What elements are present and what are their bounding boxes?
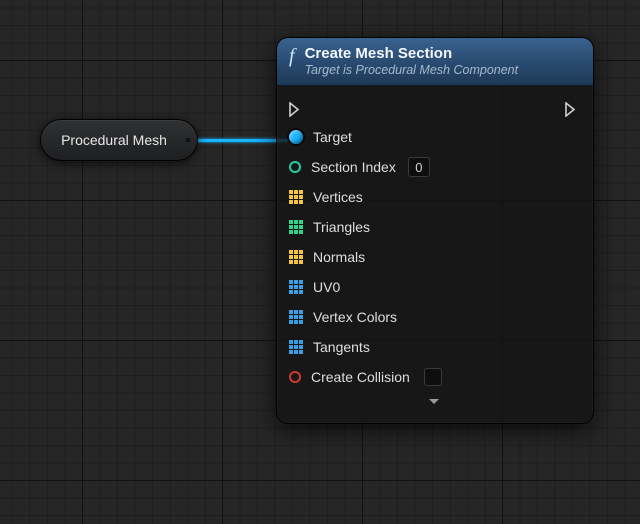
node-header[interactable]: f Create Mesh Section Target is Procedur… bbox=[277, 38, 593, 86]
label-vertex-colors: Vertex Colors bbox=[313, 309, 397, 325]
input-pin-triangles[interactable] bbox=[289, 220, 303, 234]
label-target: Target bbox=[313, 129, 352, 145]
input-pin-create-collision[interactable] bbox=[289, 371, 301, 383]
label-normals: Normals bbox=[313, 249, 365, 265]
wire-procedural-to-target[interactable] bbox=[190, 139, 288, 142]
node-label: Procedural Mesh bbox=[61, 132, 167, 148]
input-pin-vertices[interactable] bbox=[289, 190, 303, 204]
expand-toggle[interactable] bbox=[289, 392, 579, 417]
label-uv0: UV0 bbox=[313, 279, 340, 295]
node-body: Target Section Index 0 Vertices Triangle… bbox=[277, 86, 593, 423]
label-triangles: Triangles bbox=[313, 219, 370, 235]
node-subtitle: Target is Procedural Mesh Component bbox=[305, 63, 519, 77]
node-create-mesh-section[interactable]: f Create Mesh Section Target is Procedur… bbox=[276, 37, 594, 424]
input-pin-uv0[interactable] bbox=[289, 280, 303, 294]
label-section-index: Section Index bbox=[311, 159, 396, 175]
input-pin-section-index[interactable] bbox=[289, 161, 301, 173]
label-vertices: Vertices bbox=[313, 189, 363, 205]
input-pin-target[interactable] bbox=[289, 130, 303, 144]
exec-input-pin[interactable] bbox=[289, 102, 303, 117]
input-section-index-value[interactable]: 0 bbox=[408, 157, 430, 177]
function-icon: f bbox=[289, 47, 295, 65]
input-pin-tangents[interactable] bbox=[289, 340, 303, 354]
label-create-collision: Create Collision bbox=[311, 369, 410, 385]
node-title: Create Mesh Section bbox=[305, 45, 519, 62]
label-tangents: Tangents bbox=[313, 339, 370, 355]
node-procedural-mesh[interactable]: Procedural Mesh bbox=[40, 119, 198, 161]
input-pin-normals[interactable] bbox=[289, 250, 303, 264]
input-pin-vertex-colors[interactable] bbox=[289, 310, 303, 324]
exec-output-pin[interactable] bbox=[565, 102, 579, 117]
chevron-down-icon bbox=[428, 398, 440, 406]
checkbox-create-collision[interactable] bbox=[424, 368, 442, 386]
